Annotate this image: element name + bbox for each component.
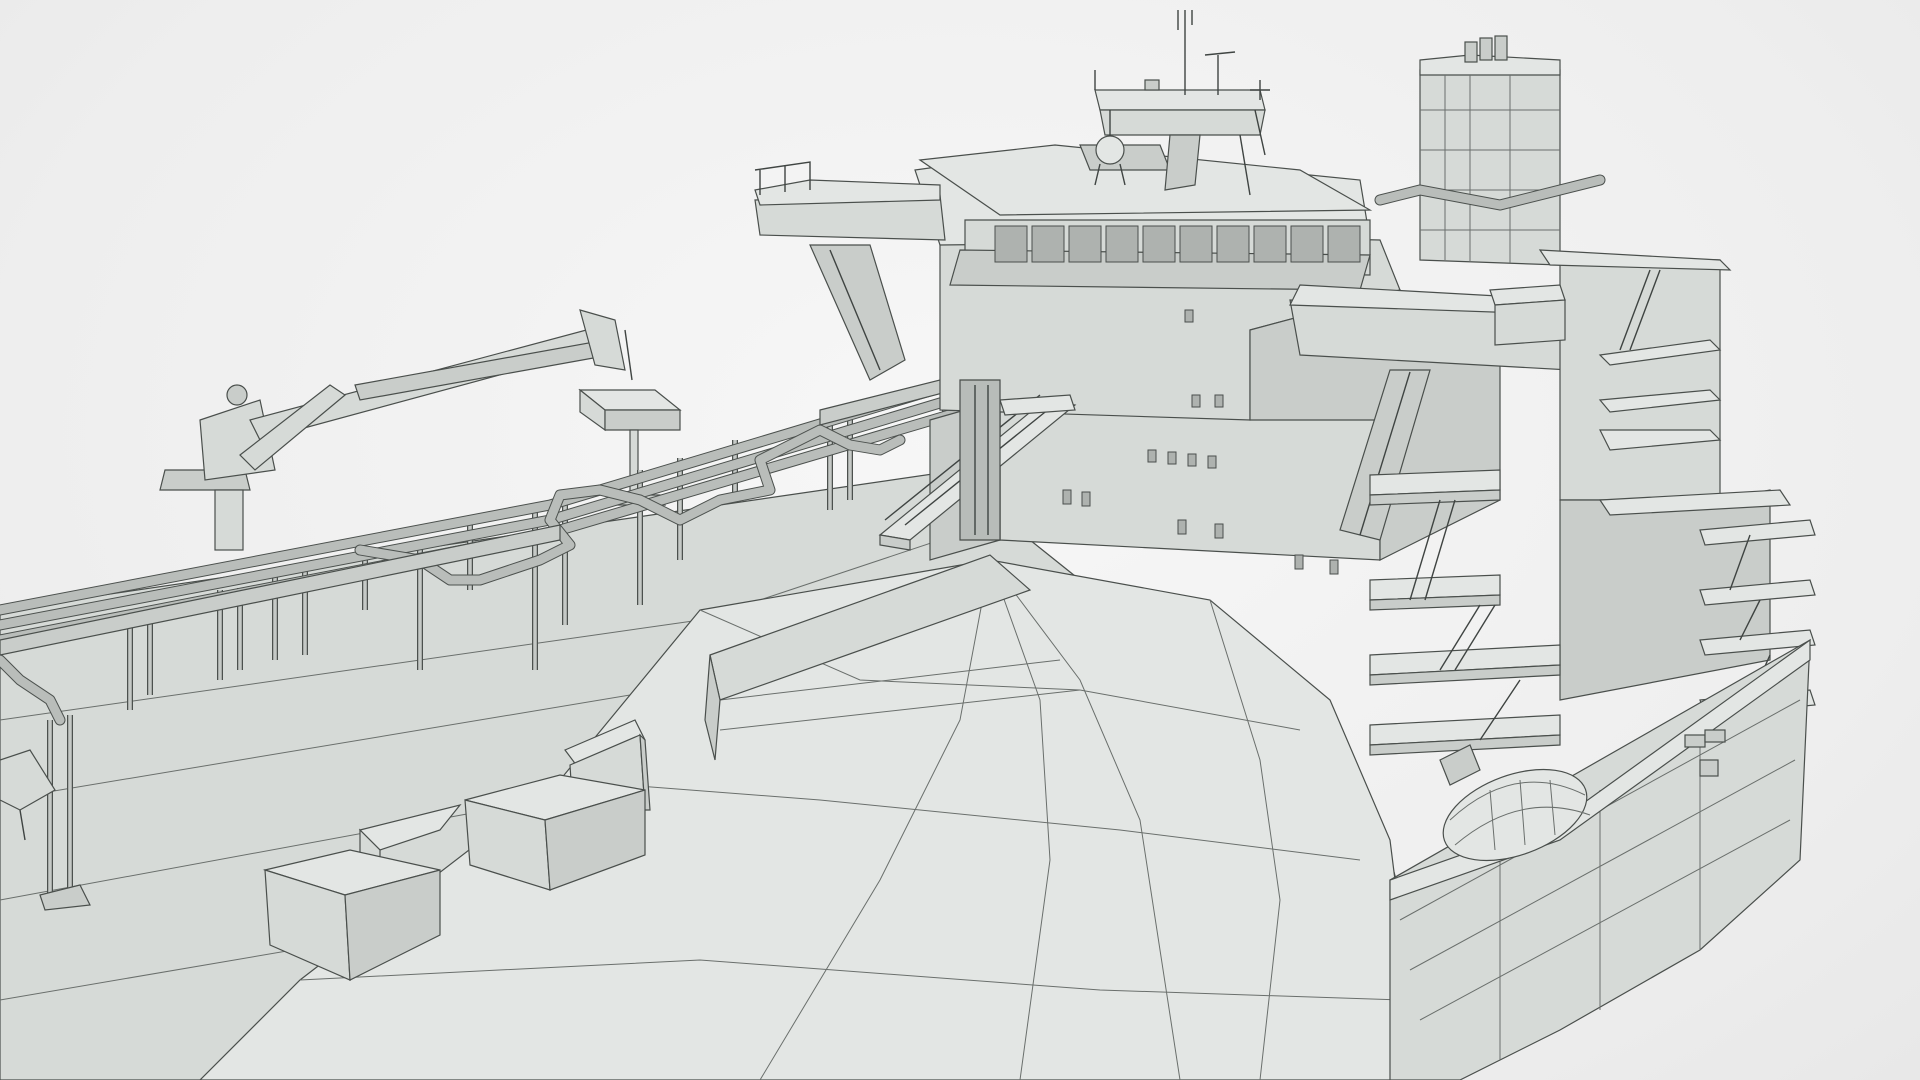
roof-shelter [1489, 284, 1566, 346]
aft-house-block [1538, 249, 1792, 701]
funnel-tower [1374, 35, 1606, 266]
hull-side [1389, 638, 1811, 1080]
render-viewport [0, 0, 1920, 1080]
ship-model-render [0, 10, 1816, 1080]
